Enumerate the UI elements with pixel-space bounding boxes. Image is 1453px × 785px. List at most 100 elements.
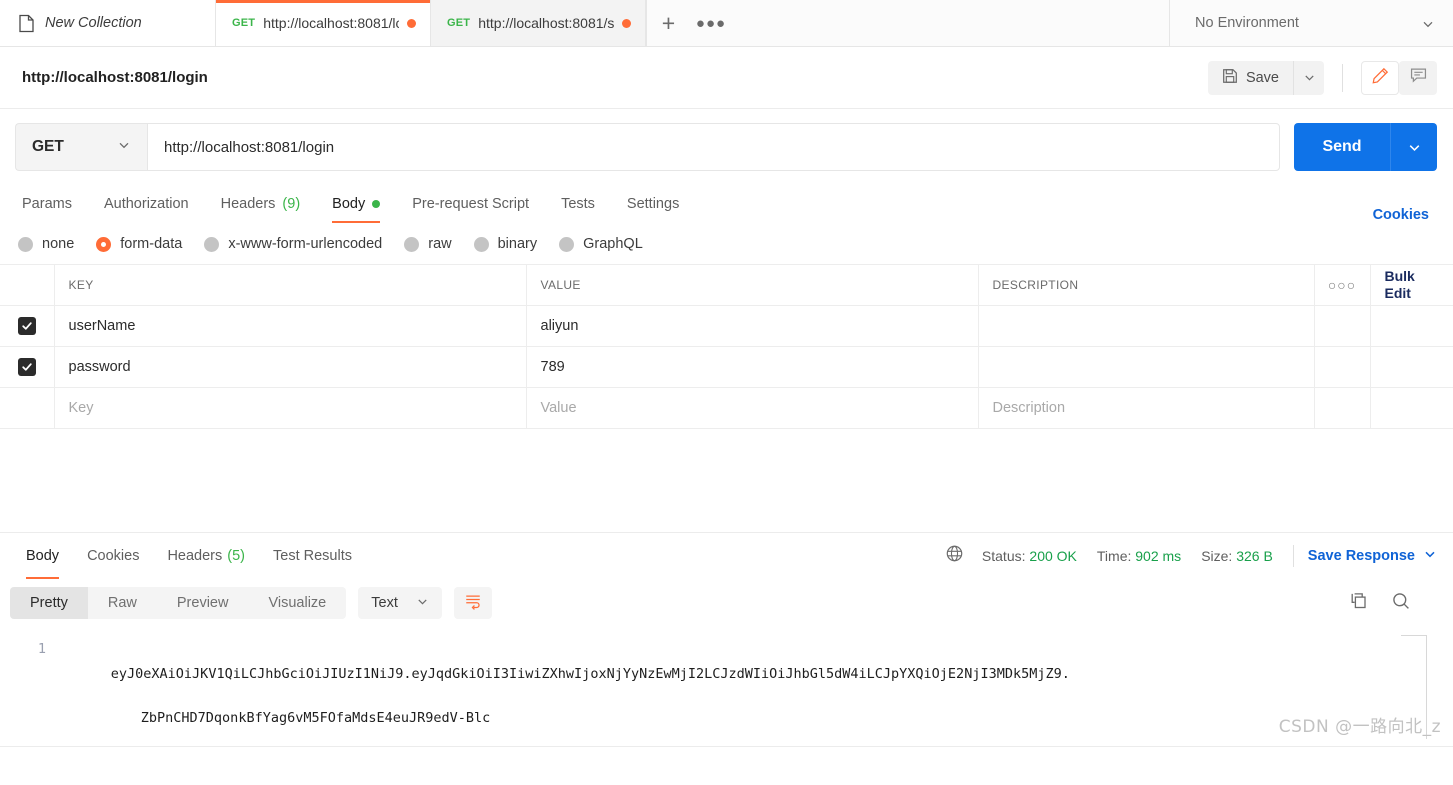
row-spacer-cell (1314, 346, 1371, 388)
tab-authorization[interactable]: Authorization (88, 185, 205, 223)
view-mode-raw[interactable]: Raw (88, 587, 157, 619)
radio-label: GraphQL (583, 236, 643, 252)
row-checkbox[interactable] (17, 358, 36, 376)
tab-tests[interactable]: Tests (545, 185, 611, 223)
radio-label: binary (497, 236, 538, 252)
view-mode-pretty[interactable]: Pretty (10, 587, 88, 619)
empty-row-key-cell[interactable]: Key (54, 387, 527, 429)
radio-icon (404, 236, 420, 252)
row-checkbox-cell (0, 346, 55, 388)
http-method-label: GET (32, 138, 64, 155)
bulk-edit-cell: Bulk Edit (1370, 264, 1453, 306)
response-token-line-2: ZbPnCHD7DqonkBfYag6vM5FOfaMdsE4euJR9edV-… (140, 710, 491, 726)
tab-settings[interactable]: Settings (611, 185, 695, 223)
url-input[interactable] (147, 123, 1280, 171)
http-method-selector[interactable]: GET (15, 123, 147, 171)
body-present-dot-icon (372, 200, 381, 208)
header-description: DESCRIPTION (978, 264, 1315, 306)
row-key-cell[interactable]: password (54, 346, 527, 388)
request-tab-1[interactable]: GET http://localhost:8081/lc (216, 0, 431, 46)
body-type-raw[interactable]: raw (404, 236, 452, 252)
edit-request-button[interactable] (1361, 60, 1399, 95)
tab-count: (9) (282, 196, 301, 212)
request-tab-url: http://localhost:8081/lc (263, 15, 399, 31)
body-type-binary[interactable]: binary (473, 236, 538, 252)
save-button[interactable]: Save (1207, 60, 1293, 95)
send-options-caret[interactable] (1390, 123, 1437, 171)
unsaved-indicator-dot (622, 18, 631, 28)
tab-params[interactable]: Params (16, 185, 88, 223)
save-options-caret[interactable] (1293, 60, 1324, 95)
empty-row-value-cell[interactable]: Value (526, 387, 979, 429)
request-tab-method: GET (447, 17, 471, 29)
chevron-down-icon (416, 595, 429, 612)
tab-label: Body (26, 548, 60, 564)
collection-label: New Collection (45, 15, 142, 31)
response-view-modes: Pretty Raw Preview Visualize (10, 587, 347, 619)
request-header-actions: Save (1207, 60, 1437, 95)
body-type-form-data[interactable]: form-data (96, 236, 182, 252)
response-format-selector[interactable]: Text (358, 587, 442, 619)
row-value-cell[interactable]: aliyun (526, 305, 979, 347)
response-tab-headers[interactable]: Headers (5) (153, 533, 259, 579)
copy-button[interactable] (1349, 591, 1369, 616)
plus-icon[interactable]: + (646, 0, 690, 46)
key-placeholder: Key (68, 400, 94, 416)
tab-label: Cookies (87, 548, 140, 564)
save-response-label: Save Response (1307, 548, 1415, 564)
tab-label: Headers (167, 548, 223, 564)
environment-selector[interactable]: No Environment (1170, 0, 1453, 46)
size-value: 326 B (1236, 548, 1273, 564)
url-bar: GET Send (0, 109, 1453, 185)
scrollbar-cap (1401, 635, 1427, 636)
bulk-edit-link[interactable]: Bulk Edit (1385, 268, 1415, 301)
table-options-button[interactable]: ○○○ (1314, 264, 1371, 306)
row-checkbox[interactable] (17, 317, 36, 335)
row-description-cell[interactable] (978, 305, 1315, 347)
chevron-down-icon (1423, 547, 1437, 565)
row-description-cell[interactable] (978, 346, 1315, 388)
size-badge: Size: 326 B (1201, 548, 1273, 564)
chevron-down-icon (1409, 144, 1419, 151)
row-value-cell[interactable]: 789 (526, 346, 979, 388)
view-mode-visualize[interactable]: Visualize (248, 587, 346, 619)
check-icon (22, 363, 32, 371)
tab-body[interactable]: Body (316, 185, 396, 223)
word-wrap-button[interactable] (453, 587, 492, 619)
radio-label: raw (428, 236, 452, 252)
floppy-disk-icon (1222, 68, 1238, 88)
divider (1342, 63, 1343, 92)
ellipsis-icon: ○○○ (1327, 276, 1357, 293)
response-tab-body[interactable]: Body (16, 533, 73, 579)
save-response-button[interactable]: Save Response (1308, 547, 1437, 565)
search-button[interactable] (1391, 591, 1411, 616)
row-key-value: userName (68, 318, 136, 334)
tab-pre-request-script[interactable]: Pre-request Script (396, 185, 545, 223)
response-body: 1 eyJ0eXAiOiJKV1QiLCJhbGciOiJIUzI1NiJ9.e… (0, 627, 1453, 747)
body-type-none[interactable]: none (18, 236, 74, 252)
body-type-x-www-form-urlencoded[interactable]: x-www-form-urlencoded (204, 236, 382, 252)
document-icon (18, 14, 35, 33)
request-tab-2[interactable]: GET http://localhost:8081/s (431, 0, 646, 46)
body-type-graphql[interactable]: GraphQL (559, 236, 643, 252)
send-button[interactable]: Send (1294, 123, 1390, 171)
description-placeholder: Description (992, 400, 1066, 416)
response-body-text[interactable]: eyJ0eXAiOiJKV1QiLCJhbGciOiJIUzI1NiJ9.eyJ… (62, 641, 1070, 751)
ellipsis-icon[interactable]: ●●● (690, 0, 732, 46)
status-badge: Status: 200 OK (982, 548, 1077, 564)
response-tab-test-results[interactable]: Test Results (259, 533, 366, 579)
tab-label: Params (22, 196, 72, 212)
status-label: Status: (981, 548, 1026, 564)
collection-tab[interactable]: New Collection (0, 0, 216, 46)
cookies-link[interactable]: Cookies (1373, 207, 1437, 223)
tab-label: Authorization (103, 196, 189, 212)
comment-button[interactable] (1399, 60, 1437, 95)
response-tab-cookies[interactable]: Cookies (73, 533, 153, 579)
empty-row-description-cell[interactable]: Description (978, 387, 1315, 429)
row-key-cell[interactable]: userName (54, 305, 527, 347)
header-key-label: KEY (68, 278, 94, 292)
tab-headers[interactable]: Headers (9) (205, 185, 317, 223)
view-mode-preview[interactable]: Preview (157, 587, 249, 619)
search-icon (1391, 592, 1411, 615)
tab-count: (5) (227, 548, 245, 564)
